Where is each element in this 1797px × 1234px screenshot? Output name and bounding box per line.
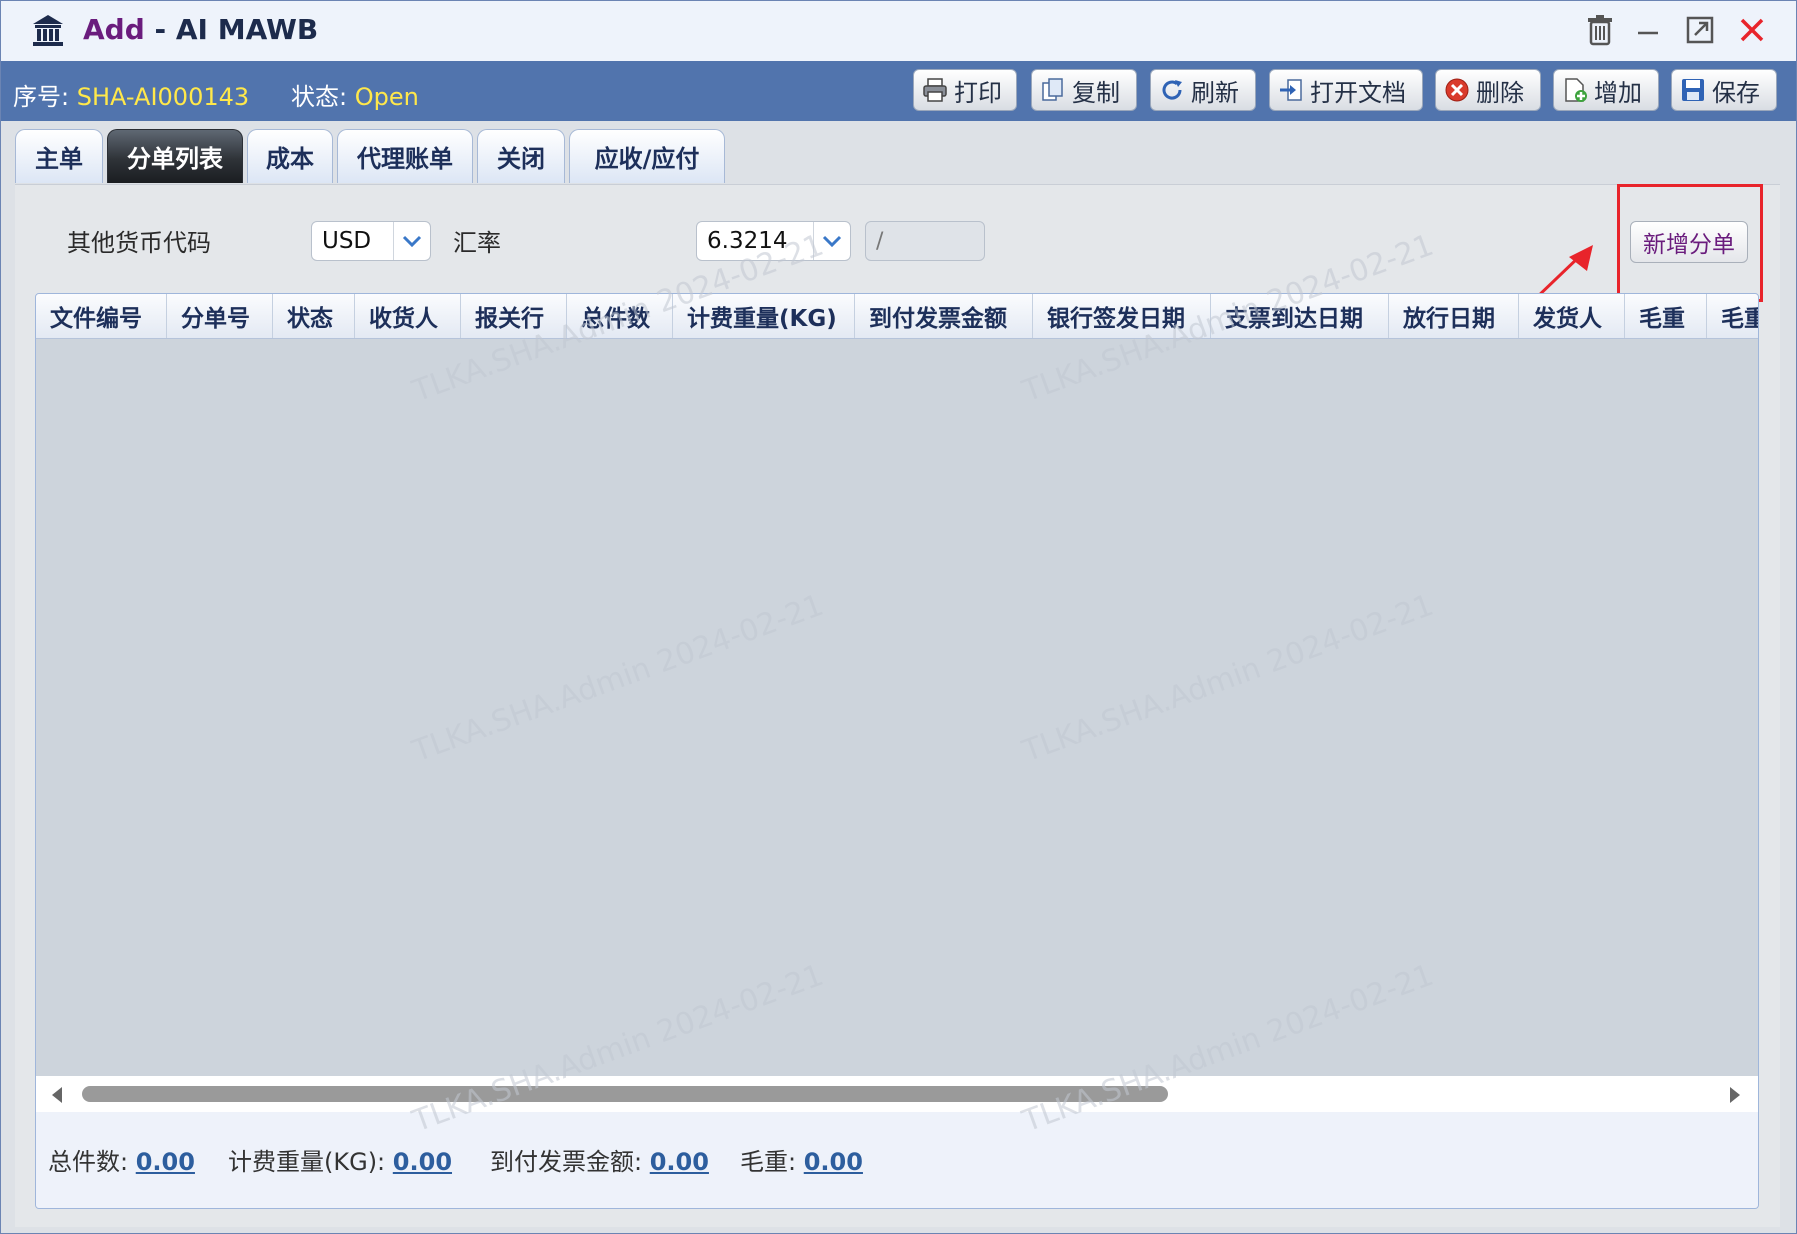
sequence-info: 序号: SHA-AI000143 bbox=[13, 77, 249, 112]
tab-label: 代理账单 bbox=[357, 145, 453, 173]
open-document-button[interactable]: 打开文档 bbox=[1269, 69, 1423, 111]
print-button-label: 打印 bbox=[954, 78, 1002, 107]
tab-label: 应收/应付 bbox=[594, 145, 700, 173]
window-title-name: AI MAWB bbox=[175, 13, 319, 46]
rate-select[interactable]: 6.3214 bbox=[696, 221, 851, 261]
chevron-down-icon[interactable] bbox=[393, 222, 430, 260]
summary-gross-weight-label: 毛重: bbox=[740, 1148, 797, 1176]
trash-icon[interactable] bbox=[1583, 13, 1617, 47]
column-header-gross-weight[interactable]: 毛重 bbox=[1625, 294, 1707, 338]
grid-body bbox=[36, 339, 1758, 1074]
column-header-customs-broker[interactable]: 报关行 bbox=[461, 294, 567, 338]
summary-total-pieces-label: 总件数: bbox=[48, 1148, 129, 1176]
window-title: Add - AI MAWB bbox=[83, 13, 318, 46]
add-button[interactable]: 增加 bbox=[1553, 69, 1659, 111]
tab-label: 成本 bbox=[266, 145, 314, 173]
copy-button[interactable]: 复制 bbox=[1031, 69, 1137, 111]
add-button-label: 增加 bbox=[1594, 78, 1642, 107]
sequence-label: 序号: bbox=[13, 83, 70, 111]
summary-cod-amount-value[interactable]: 0.00 bbox=[650, 1148, 709, 1176]
house-list-grid: 文件编号 分单号 状态 收货人 报关行 总件数 计费重量(KG) 到付发票金额 … bbox=[35, 293, 1759, 1209]
save-button[interactable]: 保存 bbox=[1671, 69, 1777, 111]
scroll-right-icon[interactable] bbox=[1728, 1086, 1742, 1104]
close-icon[interactable] bbox=[1735, 13, 1769, 47]
delete-button-label: 删除 bbox=[1476, 78, 1524, 107]
summary-charge-weight-label: 计费重量(KG): bbox=[228, 1148, 386, 1176]
column-header-shipper[interactable]: 发货人 bbox=[1519, 294, 1625, 338]
column-header-bank-issue-date[interactable]: 银行签发日期 bbox=[1033, 294, 1211, 338]
printer-icon bbox=[923, 78, 947, 102]
tab-label: 分单列表 bbox=[127, 145, 223, 173]
column-header-status[interactable]: 状态 bbox=[273, 294, 355, 338]
tab-house-list[interactable]: 分单列表 bbox=[107, 129, 243, 183]
bank-icon bbox=[33, 15, 63, 46]
refresh-icon bbox=[1162, 80, 1182, 100]
maximize-icon[interactable] bbox=[1683, 13, 1717, 47]
status-label: 状态: bbox=[291, 83, 348, 111]
summary-charge-weight-value[interactable]: 0.00 bbox=[393, 1148, 452, 1176]
tab-close[interactable]: 关闭 bbox=[477, 129, 565, 183]
summary-cod-amount-label: 到付发票金额: bbox=[490, 1148, 643, 1176]
currency-select[interactable]: USD bbox=[311, 221, 431, 261]
summary-cod-amount: 到付发票金额: 0.00 bbox=[490, 1142, 709, 1177]
grid-summary: 总件数: 0.00 计费重量(KG): 0.00 到付发票金额: 0.00 毛重… bbox=[36, 1112, 1758, 1208]
minimize-icon[interactable] bbox=[1631, 13, 1665, 47]
column-header-check-arrival-date[interactable]: 支票到达日期 bbox=[1211, 294, 1389, 338]
summary-total-pieces: 总件数: 0.00 bbox=[48, 1142, 195, 1177]
print-button[interactable]: 打印 bbox=[913, 69, 1017, 111]
window-title-mode: Add bbox=[83, 13, 145, 46]
rate-select-value: 6.3214 bbox=[707, 228, 788, 254]
horizontal-scrollbar[interactable] bbox=[36, 1076, 1758, 1112]
column-header-house-no[interactable]: 分单号 bbox=[167, 294, 273, 338]
refresh-button-label: 刷新 bbox=[1191, 78, 1239, 107]
status-info: 状态: Open bbox=[291, 77, 419, 112]
record-header: 序号: SHA-AI000143 状态: Open 打印 复制 刷新 打开文档 … bbox=[1, 61, 1796, 121]
open-document-button-label: 打开文档 bbox=[1310, 78, 1406, 107]
column-header-charge-weight[interactable]: 计费重量(KG) bbox=[673, 294, 855, 338]
currency-label: 其他货币代码 bbox=[67, 229, 211, 257]
delete-button[interactable]: 删除 bbox=[1435, 69, 1541, 111]
column-header-consignee[interactable]: 收货人 bbox=[355, 294, 461, 338]
rate-extra-placeholder: / bbox=[876, 228, 884, 254]
save-icon bbox=[1682, 79, 1704, 101]
rate-extra-input: / bbox=[865, 221, 985, 261]
copy-button-label: 复制 bbox=[1072, 78, 1120, 107]
column-header-release-date[interactable]: 放行日期 bbox=[1389, 294, 1519, 338]
column-header-cod-amount[interactable]: 到付发票金额 bbox=[855, 294, 1033, 338]
chevron-down-icon[interactable] bbox=[813, 222, 850, 260]
tab-master[interactable]: 主单 bbox=[15, 129, 103, 183]
tab-label: 关闭 bbox=[497, 145, 545, 173]
tab-label: 主单 bbox=[35, 145, 83, 173]
mawb-window: Add - AI MAWB 序号: SHA-AI000143 状态: Open … bbox=[0, 0, 1797, 1234]
copy-icon bbox=[1042, 78, 1063, 101]
summary-gross-weight: 毛重: 0.00 bbox=[740, 1142, 863, 1177]
grid-header: 文件编号 分单号 状态 收货人 报关行 总件数 计费重量(KG) 到付发票金额 … bbox=[36, 294, 1758, 339]
summary-total-pieces-value[interactable]: 0.00 bbox=[136, 1148, 195, 1176]
scroll-left-icon[interactable] bbox=[50, 1086, 64, 1104]
tab-agent-bill[interactable]: 代理账单 bbox=[337, 129, 473, 183]
summary-charge-weight: 计费重量(KG): 0.00 bbox=[228, 1142, 452, 1177]
add-document-icon bbox=[1565, 78, 1587, 102]
column-header-gross-weight-2[interactable]: 毛重 bbox=[1707, 294, 1758, 338]
tab-receivable-payable[interactable]: 应收/应付 bbox=[569, 129, 725, 183]
sequence-value: SHA-AI000143 bbox=[76, 83, 250, 111]
title-bar: Add - AI MAWB bbox=[1, 1, 1796, 61]
rate-label: 汇率 bbox=[453, 229, 501, 257]
status-value: Open bbox=[354, 83, 419, 111]
scrollbar-thumb[interactable] bbox=[82, 1086, 1168, 1102]
summary-gross-weight-value[interactable]: 0.00 bbox=[804, 1148, 863, 1176]
open-document-icon bbox=[1280, 79, 1302, 101]
column-header-total-pieces[interactable]: 总件数 bbox=[567, 294, 673, 338]
delete-icon bbox=[1445, 78, 1469, 102]
highlight-box bbox=[1617, 184, 1763, 302]
save-button-label: 保存 bbox=[1712, 78, 1760, 107]
column-header-file-no[interactable]: 文件编号 bbox=[36, 294, 167, 338]
tab-cost[interactable]: 成本 bbox=[247, 129, 333, 183]
currency-select-value: USD bbox=[322, 228, 372, 254]
window-title-sep: - bbox=[144, 13, 176, 46]
refresh-button[interactable]: 刷新 bbox=[1150, 69, 1256, 111]
